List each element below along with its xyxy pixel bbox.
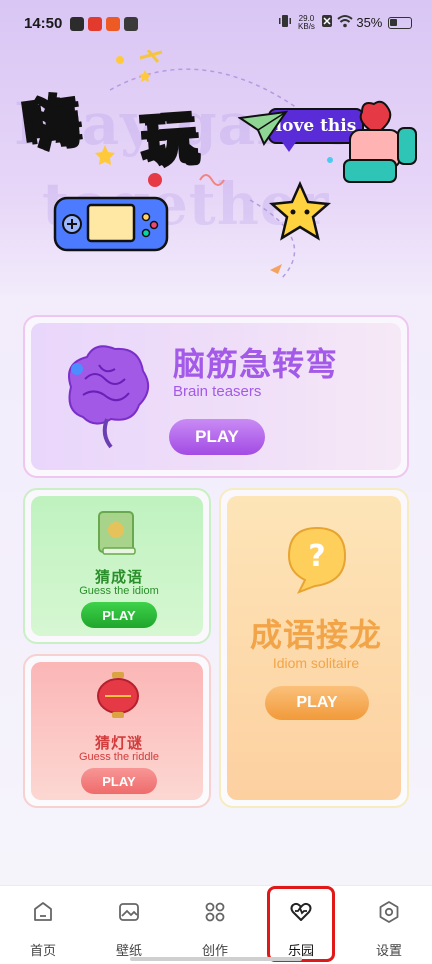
star-icon (268, 180, 332, 241)
brain-teasers-play-button[interactable]: PLAY (169, 419, 265, 455)
guess-riddle-card[interactable]: 猜灯谜 Guess the riddle PLAY (23, 654, 211, 808)
network-speed: 29.0 KB/s (295, 14, 317, 31)
status-indicators: 29.0 KB/s 35% (278, 14, 412, 31)
idiom-solitaire-title: 成语接龙 (249, 616, 382, 654)
hero-title-char2: 玩 (137, 104, 200, 176)
app-notification-icon (124, 17, 138, 31)
lantern-icon (97, 672, 139, 718)
status-bar: 14:50 29.0 KB/s 35% (0, 0, 432, 50)
home-icon (34, 902, 52, 921)
nav-item-settings[interactable]: 设置 (346, 886, 432, 964)
game-console-icon (53, 196, 169, 252)
idiom-solitaire-card[interactable]: ? 成语接龙 Idiom solitaire PLAY (219, 488, 409, 808)
home-indicator[interactable] (130, 957, 302, 961)
idiom-solitaire-play-button[interactable]: PLAY (265, 686, 369, 720)
app-notification-icon (88, 17, 102, 31)
idiom-solitaire-subtitle: Idiom solitaire (272, 655, 360, 671)
guess-riddle-subtitle: Guess the riddle (78, 751, 160, 763)
grid-icon (205, 902, 225, 922)
brain-icon (68, 345, 150, 449)
brain-teasers-card[interactable]: 脑筋急转弯 Brain teasers PLAY (23, 315, 409, 478)
app-notification-icon (70, 17, 84, 31)
guess-idiom-play-button[interactable]: PLAY (81, 602, 157, 628)
book-icon (98, 511, 136, 555)
nav-label-settings: 设置 (375, 944, 402, 959)
network-speed-unit: KB/s (298, 21, 315, 31)
sim-off-icon (321, 14, 333, 31)
brain-teasers-title: 脑筋急转弯 (173, 345, 339, 383)
guess-idiom-subtitle: Guess the idiom (79, 585, 159, 597)
battery-icon (388, 16, 412, 29)
hero-title-char1: 嗨 (17, 86, 85, 161)
hand-heart-icon (343, 100, 417, 183)
vibrate-icon (278, 14, 292, 31)
guess-riddle-title: 猜灯谜 (94, 734, 143, 752)
status-time: 14:50 (24, 15, 63, 32)
settings-icon (379, 901, 399, 923)
nav-item-wallpaper[interactable]: 壁纸 (86, 886, 172, 964)
question-bubble-icon: ? (287, 526, 347, 594)
guess-idiom-title: 猜成语 (94, 568, 143, 586)
paper-plane-icon (238, 110, 288, 147)
battery-percent: 35% (356, 15, 383, 31)
svg-text:?: ? (308, 539, 325, 574)
brain-teasers-subtitle: Brain teasers (173, 383, 262, 400)
wifi-icon (337, 14, 353, 31)
nav-label-home: 首页 (29, 944, 56, 959)
bottom-nav: 首页 壁纸 创作 乐园 设置 (0, 885, 432, 964)
app-notification-icon (106, 17, 120, 31)
active-tab-highlight (267, 886, 335, 962)
nav-item-create[interactable]: 创作 (172, 886, 258, 964)
nav-item-home[interactable]: 首页 (0, 886, 86, 964)
guess-riddle-play-button[interactable]: PLAY (81, 768, 157, 794)
image-icon (119, 903, 139, 921)
hero-banner: Play game together 嗨 玩 love this (0, 50, 432, 300)
guess-idiom-card[interactable]: 猜成语 Guess the idiom PLAY (23, 488, 211, 644)
